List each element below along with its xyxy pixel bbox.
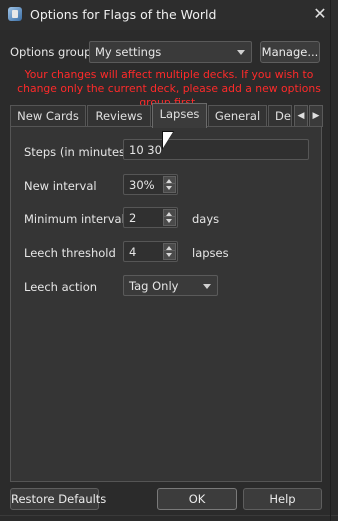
spin-buttons <box>163 209 176 226</box>
manage-button[interactable]: Manage... <box>260 41 320 63</box>
min-interval-spinbox[interactable]: 2 <box>123 207 178 228</box>
tab-new-cards[interactable]: New Cards <box>10 105 86 127</box>
tab-scroll-left-button[interactable]: ◀ <box>294 105 308 127</box>
steps-value: 10 30 <box>129 143 162 157</box>
spin-buttons <box>163 176 176 193</box>
leech-threshold-label: Leech threshold <box>24 246 116 260</box>
leech-action-value: Tag Only <box>129 279 179 293</box>
chevron-down-icon <box>237 50 245 55</box>
spin-down-icon[interactable] <box>163 183 176 193</box>
options-group-value: My settings <box>95 45 162 59</box>
chevron-down-icon <box>203 284 211 289</box>
window-title: Options for Flags of the World <box>30 7 217 22</box>
mouse-cursor-icon <box>163 132 173 148</box>
window-right-edge <box>330 0 331 521</box>
leech-threshold-value: 4 <box>129 245 137 259</box>
new-interval-label: New interval <box>24 179 97 193</box>
steps-input[interactable]: 10 30 <box>123 139 309 160</box>
leech-action-label: Leech action <box>24 280 98 294</box>
app-icon <box>8 7 22 21</box>
steps-label: Steps (in minutes) <box>24 145 130 159</box>
ok-button[interactable]: OK <box>157 488 237 510</box>
leech-threshold-unit: lapses <box>192 246 229 260</box>
tab-lapses[interactable]: Lapses <box>152 103 207 128</box>
leech-threshold-spinbox[interactable]: 4 <box>123 241 178 262</box>
window-bottom-edge <box>0 515 338 516</box>
tab-description[interactable]: De <box>268 105 292 127</box>
options-group-label: Options group: <box>10 45 96 59</box>
min-interval-value: 2 <box>129 211 137 225</box>
min-interval-label: Minimum interval <box>24 212 125 226</box>
new-interval-spinbox[interactable]: 30% <box>123 174 178 195</box>
lapses-panel: Steps (in minutes) 10 30 New interval 30… <box>10 126 322 482</box>
restore-defaults-button[interactable]: Restore Defaults <box>10 488 106 510</box>
tab-scroll-right-button[interactable]: ▶ <box>309 105 323 127</box>
close-button[interactable]: ✕ <box>308 3 332 25</box>
tab-bar: New Cards Reviews Lapses General De ◀ ▶ <box>10 103 323 128</box>
new-interval-value: 30% <box>129 178 155 192</box>
spin-down-icon[interactable] <box>163 250 176 260</box>
leech-action-select[interactable]: Tag Only <box>123 275 218 296</box>
title-bar: Options for Flags of the World ✕ <box>0 0 338 30</box>
spin-buttons <box>163 243 176 260</box>
spin-down-icon[interactable] <box>163 216 176 226</box>
options-group-select[interactable]: My settings <box>89 41 252 63</box>
tab-general[interactable]: General <box>208 105 267 127</box>
min-interval-unit: days <box>192 212 220 226</box>
help-button[interactable]: Help <box>243 488 322 510</box>
options-group-row: Options group: My settings Manage... <box>10 41 330 63</box>
tab-reviews[interactable]: Reviews <box>87 105 151 127</box>
